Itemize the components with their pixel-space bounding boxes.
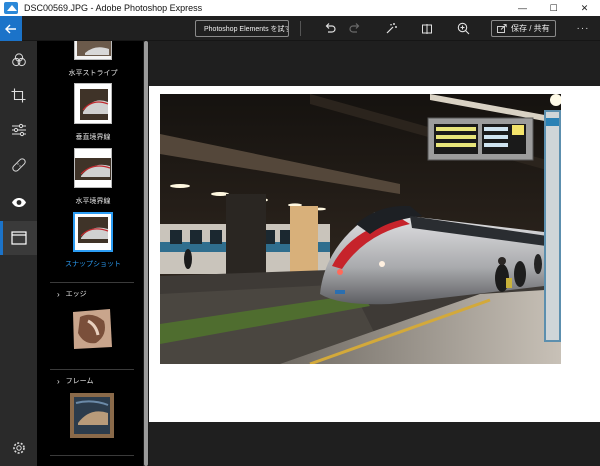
- gear-icon: [12, 442, 25, 454]
- effect-label-horizontal-stripes: 水平ストライプ: [68, 70, 118, 77]
- rail-looks-button[interactable]: [0, 43, 37, 77]
- chevron-right-icon: ›: [57, 376, 60, 386]
- save-share-button[interactable]: 保存 / 共有: [491, 20, 556, 37]
- borders-frame-icon: [10, 231, 27, 245]
- section-frames-label: フレーム: [65, 378, 94, 385]
- zoom-in-button[interactable]: [454, 20, 472, 37]
- effect-label-vertical-border: 垂直境界線: [75, 134, 111, 141]
- effects-panel: 水平ストライプ 垂直境界線 水平境界線 スナップショット › エッジ › フレー…: [37, 41, 149, 466]
- effect-thumb-snapshot[interactable]: [73, 212, 113, 252]
- compare-button[interactable]: [418, 20, 436, 37]
- looks-icon: [11, 53, 26, 67]
- edge-effect-thumbnail: [70, 307, 114, 351]
- adjustments-sliders-icon: [11, 123, 26, 137]
- photoshop-elements-label: Photoshop Elements を試す: [204, 25, 289, 33]
- train-photo-thumbnail: [75, 84, 111, 123]
- window-controls: — ☐ ✕: [507, 0, 600, 16]
- effect-thumb-vertical-border[interactable]: [74, 83, 112, 124]
- effect-thumb-frame[interactable]: [70, 393, 114, 438]
- section-edges-header[interactable]: › エッジ: [57, 289, 87, 299]
- effect-thumb-horizontal-border[interactable]: [74, 148, 112, 188]
- train-photo-thumbnail: [75, 41, 111, 59]
- auto-fix-button[interactable]: [382, 20, 400, 37]
- train-station-photo: [160, 94, 561, 364]
- scrollbar-thumb[interactable]: [144, 41, 148, 466]
- save-share-label: 保存 / 共有: [511, 24, 550, 33]
- app-logo-icon: [4, 2, 18, 14]
- crop-icon: [11, 88, 26, 102]
- zoom-in-icon: [457, 22, 469, 35]
- rail-borders-button[interactable]: [0, 221, 37, 255]
- minimize-button[interactable]: —: [507, 0, 538, 16]
- section-frames-header[interactable]: › フレーム: [57, 376, 93, 386]
- rail-healing-button[interactable]: [0, 148, 37, 182]
- effect-thumb-horizontal-stripes[interactable]: [74, 41, 112, 60]
- section-divider: [50, 369, 134, 370]
- share-icon: [497, 24, 507, 33]
- section-divider: [50, 282, 134, 283]
- effect-label-snapshot: スナップショット: [65, 261, 121, 268]
- more-options-button[interactable]: ···: [572, 20, 594, 37]
- train-photo-thumbnail: [75, 214, 111, 250]
- rail-settings-button[interactable]: [0, 431, 37, 465]
- maximize-button[interactable]: ☐: [538, 0, 569, 16]
- redo-icon: [349, 23, 360, 33]
- train-photo-thumbnail: [75, 149, 111, 187]
- redo-button[interactable]: [346, 20, 364, 37]
- back-button[interactable]: [0, 16, 22, 41]
- rail-adjustments-button[interactable]: [0, 113, 37, 147]
- window-title: DSC00569.JPG - Adobe Photoshop Express: [24, 3, 203, 13]
- rail-crop-button[interactable]: [0, 78, 37, 112]
- frame-effect-thumbnail: [70, 393, 114, 438]
- eye-icon: [11, 197, 26, 207]
- toolbar: Photoshop Elements を試す 保存 / 共有 ···: [0, 16, 600, 41]
- effect-thumb-edge[interactable]: [70, 307, 114, 351]
- auto-fix-wand-icon: [386, 23, 397, 34]
- compare-icon: [422, 23, 432, 34]
- undo-button[interactable]: [321, 20, 339, 37]
- chevron-right-icon: ›: [57, 289, 60, 299]
- photoshop-elements-button[interactable]: Photoshop Elements を試す: [195, 20, 289, 37]
- tool-rail: [0, 41, 37, 466]
- section-divider: [50, 455, 134, 456]
- edited-photo[interactable]: [160, 94, 561, 364]
- rail-red-eye-button[interactable]: [0, 185, 37, 219]
- bandage-icon: [11, 158, 26, 172]
- back-arrow-icon: [5, 24, 16, 33]
- effect-label-horizontal-border: 水平境界線: [75, 198, 111, 205]
- title-bar: DSC00569.JPG - Adobe Photoshop Express —…: [0, 0, 600, 16]
- undo-icon: [325, 23, 336, 33]
- section-edges-label: エッジ: [65, 291, 87, 298]
- close-button[interactable]: ✕: [569, 0, 600, 16]
- toolbar-divider: [300, 21, 301, 36]
